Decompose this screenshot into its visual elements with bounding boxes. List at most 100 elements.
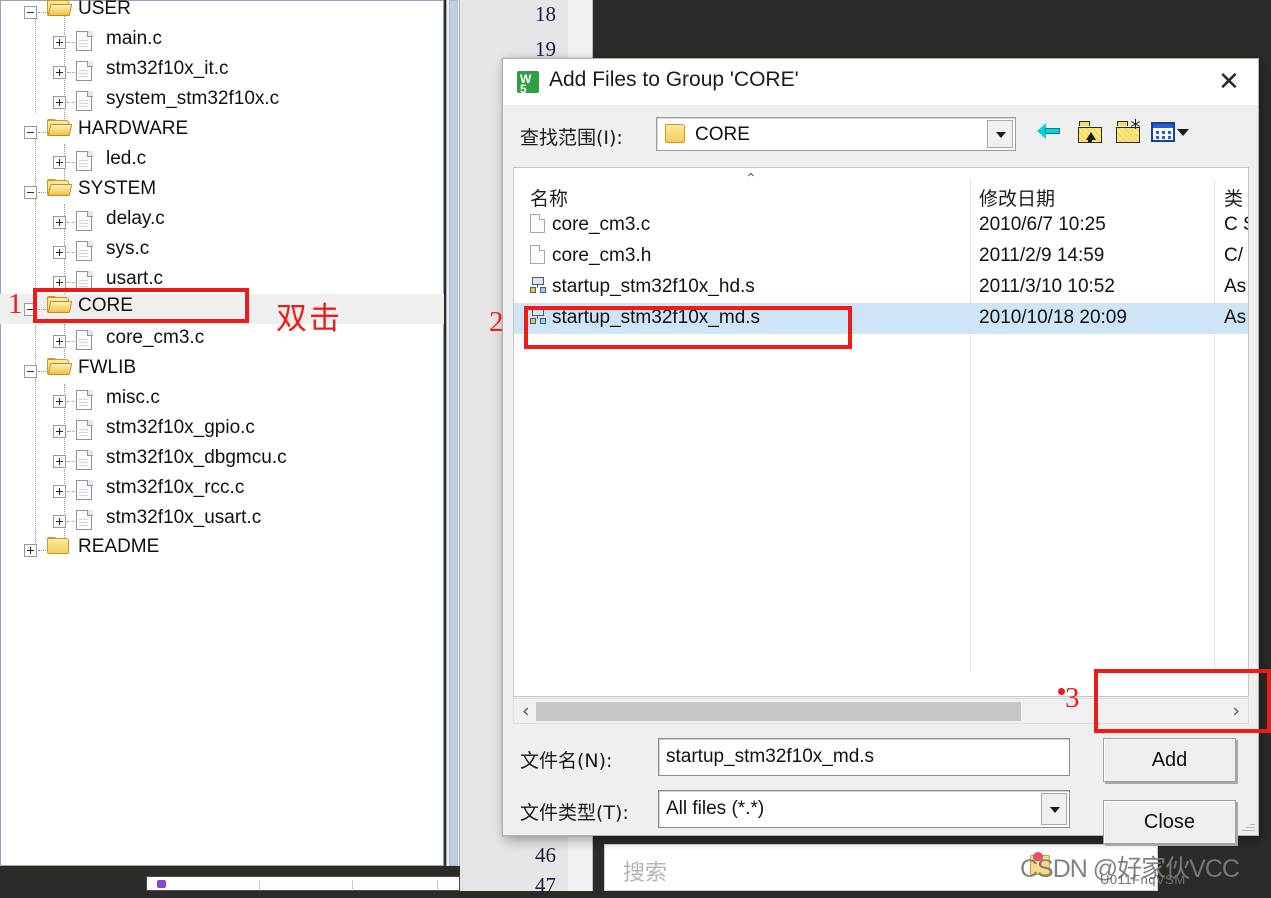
tree-expander-icon[interactable] xyxy=(53,515,66,528)
c-file-icon xyxy=(76,390,93,411)
project-panel-scrollbar[interactable] xyxy=(446,0,460,866)
tree-item-label: USER xyxy=(78,0,131,19)
column-header-date[interactable]: 修改日期 xyxy=(979,184,1055,211)
tree-expander-icon[interactable] xyxy=(53,36,66,49)
chevron-down-icon[interactable] xyxy=(987,120,1013,148)
tree-item-label: README xyxy=(78,536,160,557)
new-folder-icon xyxy=(1116,119,1142,143)
chevron-down-icon[interactable] xyxy=(1177,129,1189,136)
folder-icon xyxy=(47,179,73,197)
file-date: 2011/3/10 10:52 xyxy=(979,276,1115,297)
file-row[interactable]: startup_stm32f10x_hd.s 2011/3/10 10:52 A… xyxy=(514,272,1248,303)
file-type: As xyxy=(1224,276,1247,297)
file-type: As xyxy=(1224,307,1247,328)
tree-item-label: system_stm32f10x.c xyxy=(106,88,280,109)
views-icon xyxy=(1151,122,1175,142)
new-folder-button[interactable] xyxy=(1111,115,1147,149)
tree-item-label: stm32f10x_usart.c xyxy=(106,507,262,528)
tab-icon xyxy=(157,880,166,888)
scrollbar-thumb[interactable] xyxy=(449,0,458,866)
c-file-icon xyxy=(76,151,93,172)
tree-expander-icon[interactable] xyxy=(24,544,37,557)
line-number: 18 xyxy=(535,2,556,26)
tree-item-label: sys.c xyxy=(106,238,150,259)
tree-expander-icon[interactable] xyxy=(53,425,66,438)
c-file-icon xyxy=(76,31,93,52)
tree-expander-icon[interactable] xyxy=(53,96,66,109)
c-file-icon xyxy=(76,480,93,501)
filename-label: 文件名(N): xyxy=(520,750,613,772)
tree-item-label: main.c xyxy=(106,28,162,49)
tree-expander-icon[interactable] xyxy=(53,455,66,468)
scroll-left-arrow-icon[interactable]: ‹ xyxy=(522,700,530,722)
close-icon[interactable]: ✕ xyxy=(1202,59,1258,105)
c-file-icon xyxy=(76,241,93,262)
asm-file-icon xyxy=(530,277,548,294)
tree-item-label: HARDWARE xyxy=(78,118,189,139)
lookin-dropdown[interactable]: CORE xyxy=(656,117,1016,151)
filename-input[interactable]: startup_stm32f10x_md.s xyxy=(658,738,1070,776)
file-name: core_cm3.h xyxy=(552,245,652,266)
file-row[interactable]: core_cm3.c 2010/6/7 10:25 C S xyxy=(514,210,1248,241)
file-name: startup_stm32f10x_hd.s xyxy=(552,276,755,297)
scrollbar-thumb[interactable] xyxy=(536,702,1021,721)
lookin-label: 查找范围(I): xyxy=(520,127,623,149)
c-file-icon xyxy=(76,330,93,351)
file-date: 2010/6/7 10:25 xyxy=(979,214,1106,235)
bottom-tab-strip[interactable] xyxy=(146,876,460,891)
tree-expander-icon[interactable] xyxy=(53,246,66,259)
views-button[interactable] xyxy=(1149,115,1205,149)
tree-expander-icon[interactable] xyxy=(24,365,37,378)
tree-expander-icon[interactable] xyxy=(53,335,66,348)
file-list-header[interactable]: 名称 修改日期 类 xyxy=(514,180,1248,672)
tree-item-label: stm32f10x_gpio.c xyxy=(106,417,255,438)
tree-expander-icon[interactable] xyxy=(53,66,66,79)
annotation-box-step1 xyxy=(33,288,249,323)
tree-expander-icon[interactable] xyxy=(53,156,66,169)
file-row[interactable]: core_cm3.h 2011/2/9 14:59 C/ xyxy=(514,241,1248,272)
tree-expander-icon[interactable] xyxy=(24,126,37,139)
tree-item-label: stm32f10x_rcc.c xyxy=(106,477,245,498)
back-button[interactable] xyxy=(1033,115,1069,149)
tree-expander-icon[interactable] xyxy=(53,395,66,408)
tree-expander-icon[interactable] xyxy=(24,186,37,199)
tree-item-label: SYSTEM xyxy=(78,178,157,199)
line-number: 46 xyxy=(535,843,556,867)
lookin-value: CORE xyxy=(695,124,750,145)
tree-expander-icon[interactable] xyxy=(53,216,66,229)
up-one-level-button[interactable] xyxy=(1073,115,1109,149)
folder-icon xyxy=(47,119,73,137)
tree-item-label: misc.c xyxy=(106,387,160,408)
c-file-icon xyxy=(76,91,93,112)
tree-item-label: usart.c xyxy=(106,268,164,289)
filetype-label: 文件类型(T): xyxy=(520,802,629,824)
line-number: 47 xyxy=(535,873,556,897)
resize-grip-icon[interactable] xyxy=(1241,818,1255,832)
tree-expander-icon[interactable] xyxy=(53,485,66,498)
tree-item-label: stm32f10x_dbgmcu.c xyxy=(106,447,287,468)
dialog-title: Add Files to Group 'CORE' xyxy=(549,68,799,91)
dialog-title-bar[interactable]: W5 Add Files to Group 'CORE' ✕ xyxy=(503,59,1258,105)
tree-expander-icon[interactable] xyxy=(24,6,37,19)
column-header-name[interactable]: 名称 xyxy=(530,184,568,211)
folder-icon xyxy=(47,0,73,17)
folder-icon xyxy=(47,537,71,555)
close-button[interactable]: Close xyxy=(1103,800,1236,844)
annotation-number-1: 1 xyxy=(8,288,23,320)
annotation-number-3: 3 xyxy=(1065,682,1080,714)
c-file-icon xyxy=(76,211,93,232)
filetype-dropdown[interactable]: All files (*.*) xyxy=(658,790,1070,828)
add-button[interactable]: Add xyxy=(1103,738,1236,782)
filename-value: startup_stm32f10x_md.s xyxy=(666,746,875,767)
folder-icon xyxy=(665,124,685,143)
tree-item-label: core_cm3.c xyxy=(106,327,205,348)
panel-splitter[interactable] xyxy=(460,0,468,891)
file-list[interactable]: ⌃ 名称 修改日期 类 core_cm3.c 2010/6/7 10:25 C … xyxy=(513,167,1249,697)
annotation-number-2: 2 xyxy=(489,306,504,338)
watermark-subtext: U011FnqVSM xyxy=(1100,872,1186,887)
chevron-down-icon[interactable] xyxy=(1041,793,1067,825)
column-header-type[interactable]: 类 xyxy=(1224,184,1243,211)
file-type: C S xyxy=(1224,214,1248,235)
c-file-icon xyxy=(530,214,545,233)
close-glyph: ✕ xyxy=(1218,67,1240,97)
